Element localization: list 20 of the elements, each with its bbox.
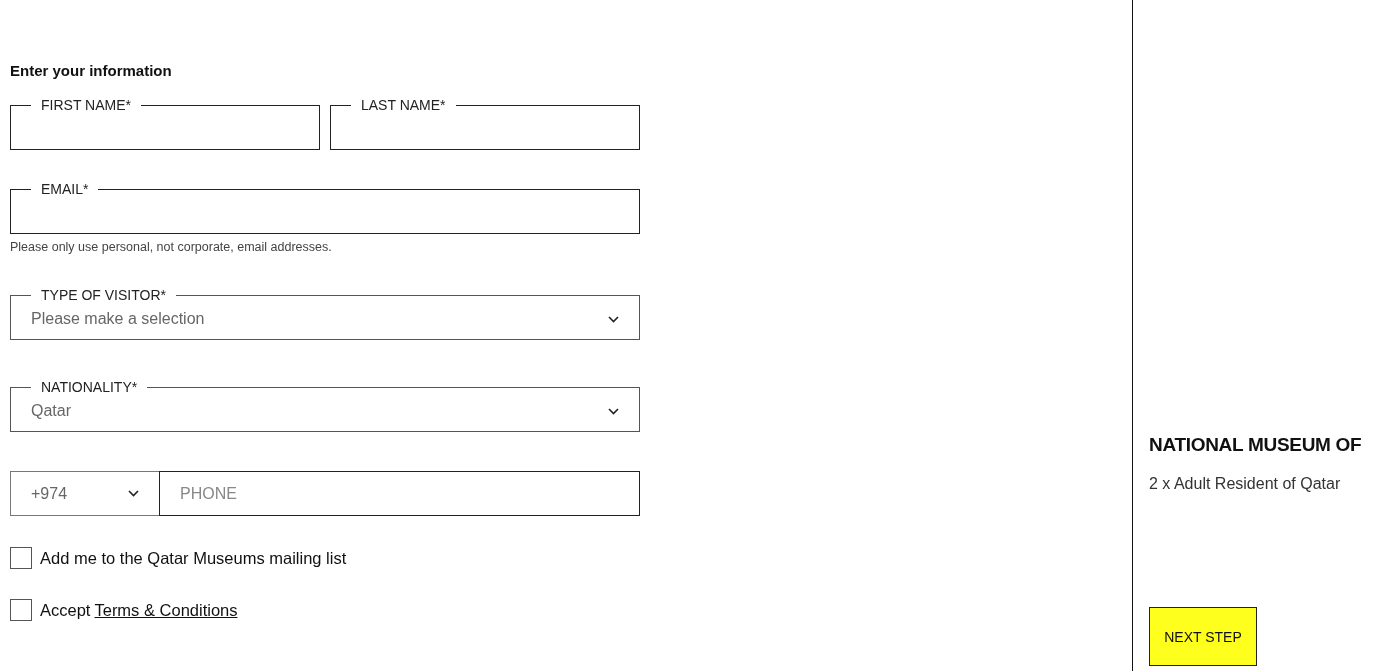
text-field[interactable]: FIRST NAME* bbox=[10, 97, 320, 150]
chevron-down-icon bbox=[608, 315, 619, 323]
checkbox-label: Accept bbox=[40, 600, 91, 620]
phone-field[interactable]: PHONE bbox=[159, 471, 640, 516]
text-field[interactable]: EMAIL* bbox=[10, 181, 640, 234]
country-code-select[interactable]: +974 bbox=[10, 471, 159, 516]
checkbox[interactable] bbox=[10, 599, 32, 621]
checkbox-label: Add me to the Qatar Museums mailing list bbox=[40, 548, 347, 568]
ticket-summary: 2 x Adult Resident of Qatar bbox=[1149, 475, 1342, 493]
chevron-down-icon bbox=[608, 407, 619, 415]
museum-title: NATIONAL MUSEUM OF bbox=[1149, 434, 1363, 456]
select-field[interactable]: NATIONALITY* Qatar bbox=[10, 379, 640, 432]
field-hint: Please only use personal, not corporate, email addresses. bbox=[10, 240, 333, 254]
terms-link[interactable]: Terms & Conditions bbox=[94, 600, 238, 620]
next-step-button[interactable]: NEXT STEP bbox=[1149, 607, 1257, 666]
form-heading: Enter your information bbox=[10, 62, 173, 79]
checkbox[interactable] bbox=[10, 547, 32, 569]
chevron-down-icon bbox=[128, 490, 139, 497]
text-field[interactable]: LAST NAME* bbox=[330, 97, 640, 150]
select-field[interactable]: TYPE OF VISITOR* Please make a selection bbox=[10, 287, 640, 340]
